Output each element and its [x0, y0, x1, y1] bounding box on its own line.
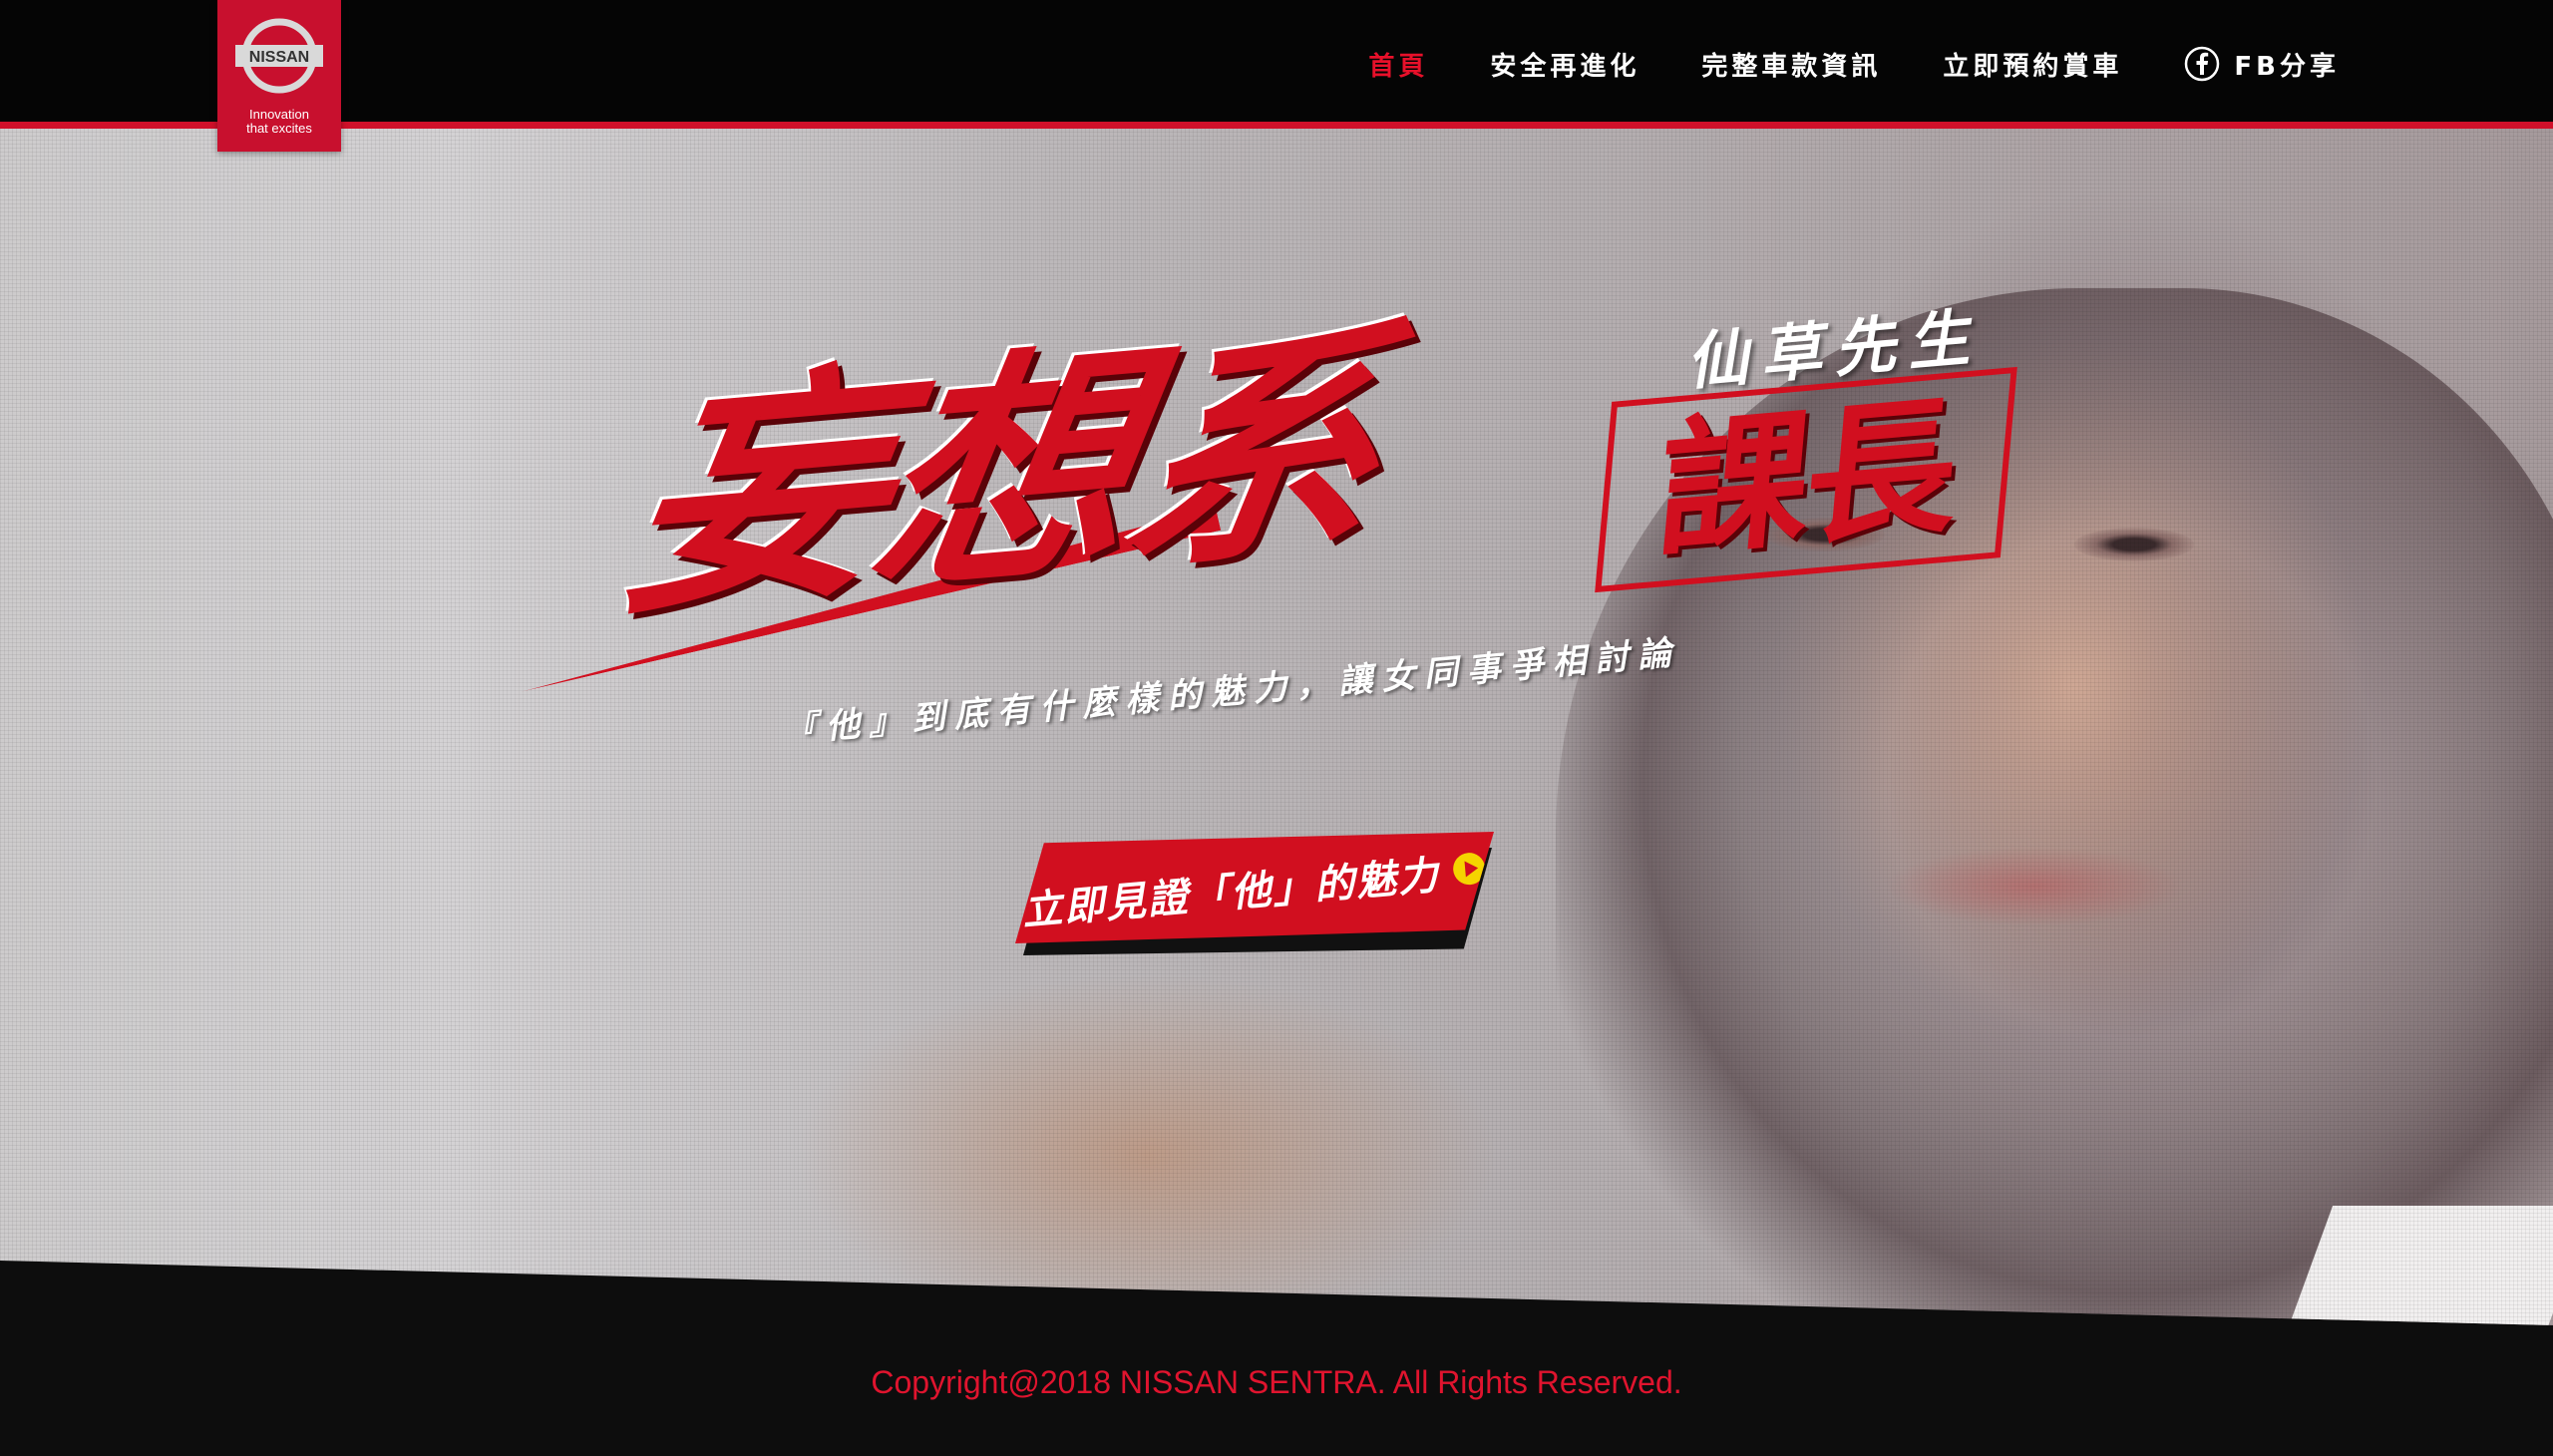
- logo-tagline-line1: Innovation: [249, 107, 309, 122]
- nav-item-models[interactable]: 完整車款資訊: [1701, 46, 1881, 83]
- nav-item-test-drive[interactable]: 立即預約賞車: [1943, 46, 2122, 83]
- logo-wordmark: NISSAN: [249, 49, 309, 66]
- title-box-frame: 課長: [1595, 366, 2017, 593]
- cta-label-wrap: 立即見證「他」的魅力: [1019, 839, 1489, 937]
- campaign-title: 妄想系 課長 仙草先生: [519, 289, 2034, 808]
- logo-tagline: Innovation that excites: [217, 108, 341, 136]
- cta-label: 立即見證「他」的魅力: [1020, 852, 1442, 935]
- play-circle-icon: [1453, 853, 1486, 886]
- title-main-text: 妄想系: [608, 296, 1399, 650]
- title-box-text: 課長: [1650, 380, 1962, 579]
- header-accent-line: [0, 122, 2553, 129]
- nav-item-home[interactable]: 首頁: [1368, 46, 1428, 83]
- fb-share-label: FB分享: [2234, 51, 2340, 82]
- nav-item-safety[interactable]: 安全再進化: [1490, 46, 1640, 83]
- cta-body: 立即見證「他」的魅力: [1015, 832, 1494, 943]
- footer-copyright: Copyright@2018 NISSAN SENTRA. All Rights…: [871, 1364, 1682, 1400]
- nissan-logo[interactable]: NISSAN Innovation that excites: [217, 0, 341, 152]
- logo-tagline-line2: that excites: [246, 121, 312, 136]
- facebook-icon: [2185, 46, 2220, 82]
- main-nav: 首頁 安全再進化 完整車款資訊 立即預約賞車 FB分享: [1306, 42, 2340, 86]
- watch-video-button[interactable]: 立即見證「他」的魅力: [1015, 832, 1504, 959]
- nav-item-fb-share[interactable]: FB分享: [2184, 46, 2340, 83]
- nissan-emblem-icon: NISSAN: [235, 18, 323, 94]
